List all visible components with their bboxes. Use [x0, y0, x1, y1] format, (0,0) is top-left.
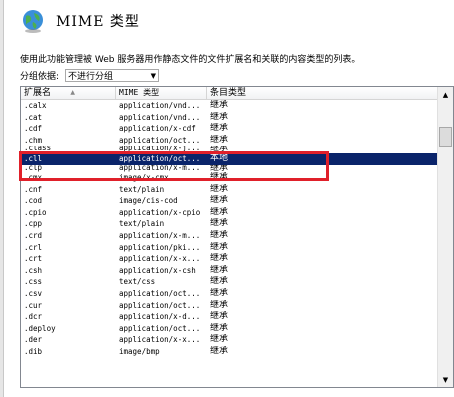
- table-row-selected[interactable]: .cll application/oct... 本地: [21, 153, 437, 165]
- scroll-up-arrow-icon[interactable]: ▲: [438, 87, 453, 102]
- table-row[interactable]: .chm application/oct... 继承: [21, 135, 437, 147]
- table-row[interactable]: .cmx image/x-cmx 继承: [21, 172, 437, 184]
- table-row[interactable]: .cpio application/x-cpio 继承: [21, 207, 437, 219]
- table-row[interactable]: .cnf text/plain 继承: [21, 184, 437, 196]
- table-row[interactable]: .deploy application/oct... 继承: [21, 323, 437, 335]
- table-row[interactable]: .csh application/x-csh 继承: [21, 265, 437, 277]
- table-header: 扩展名 ▲ MIME 类型 条目类型: [21, 87, 437, 100]
- table-row[interactable]: .css text/css 继承: [21, 276, 437, 288]
- table-row[interactable]: .cod image/cis-cod 继承: [21, 195, 437, 207]
- group-by-label: 分组依据:: [20, 72, 60, 82]
- table-row[interactable]: .cat application/vnd... 继承: [21, 112, 437, 124]
- mime-types-table: 扩展名 ▲ MIME 类型 条目类型 .calx application/vnd.…: [20, 86, 454, 388]
- column-header-mime-type[interactable]: MIME 类型: [116, 87, 207, 99]
- group-by-select[interactable]: 不进行分组 ▼: [65, 69, 160, 82]
- table-row[interactable]: .dcr application/x-d... 继承: [21, 311, 437, 323]
- column-header-entry-type[interactable]: 条目类型: [207, 87, 437, 99]
- table-row[interactable]: .crl application/pki... 继承: [21, 242, 437, 254]
- table-row[interactable]: .clp application/x-m... 继承: [21, 165, 437, 172]
- table-body: .calx application/vnd... 继承 .cat applicatio…: [21, 100, 437, 357]
- table-row[interactable]: .cdf application/x-cdf 继承: [21, 123, 437, 135]
- sort-ascending-icon: ▲: [70, 89, 75, 96]
- table-row[interactable]: .cur application/oct... 继承: [21, 300, 437, 312]
- scroll-down-arrow-icon[interactable]: ▼: [438, 372, 453, 387]
- column-header-extension[interactable]: 扩展名 ▲: [21, 87, 116, 99]
- table-row[interactable]: .calx application/vnd... 继承: [21, 100, 437, 112]
- table-row[interactable]: .dib image/bmp 继承: [21, 346, 437, 358]
- table-row[interactable]: .der application/x-x... 继承: [21, 334, 437, 346]
- table-row[interactable]: .cpp text/plain 继承: [21, 218, 437, 230]
- table-row[interactable]: .class application/x-j... 继承: [21, 146, 437, 153]
- scroll-thumb[interactable]: [439, 127, 452, 147]
- table-row[interactable]: .crd application/x-m... 继承: [21, 230, 437, 242]
- page-title: MIME 类型: [56, 14, 140, 30]
- table-row[interactable]: .csv application/oct... 继承: [21, 288, 437, 300]
- window-edge: [0, 0, 4, 397]
- group-by-bar: 分组依据: 不进行分组 ▼: [20, 69, 160, 82]
- page-description: 使用此功能管理被 Web 服务器用作静态文件的文件扩展名和关联的内容类型的列表。: [20, 55, 361, 65]
- group-by-value: 不进行分组: [68, 72, 114, 82]
- vertical-scrollbar[interactable]: ▲ ▼: [437, 87, 453, 387]
- page-header: MIME 类型: [20, 6, 140, 36]
- table-row[interactable]: .crt application/x-x... 继承: [21, 253, 437, 265]
- chevron-down-icon: ▼: [150, 71, 157, 80]
- globe-icon: [23, 10, 43, 33]
